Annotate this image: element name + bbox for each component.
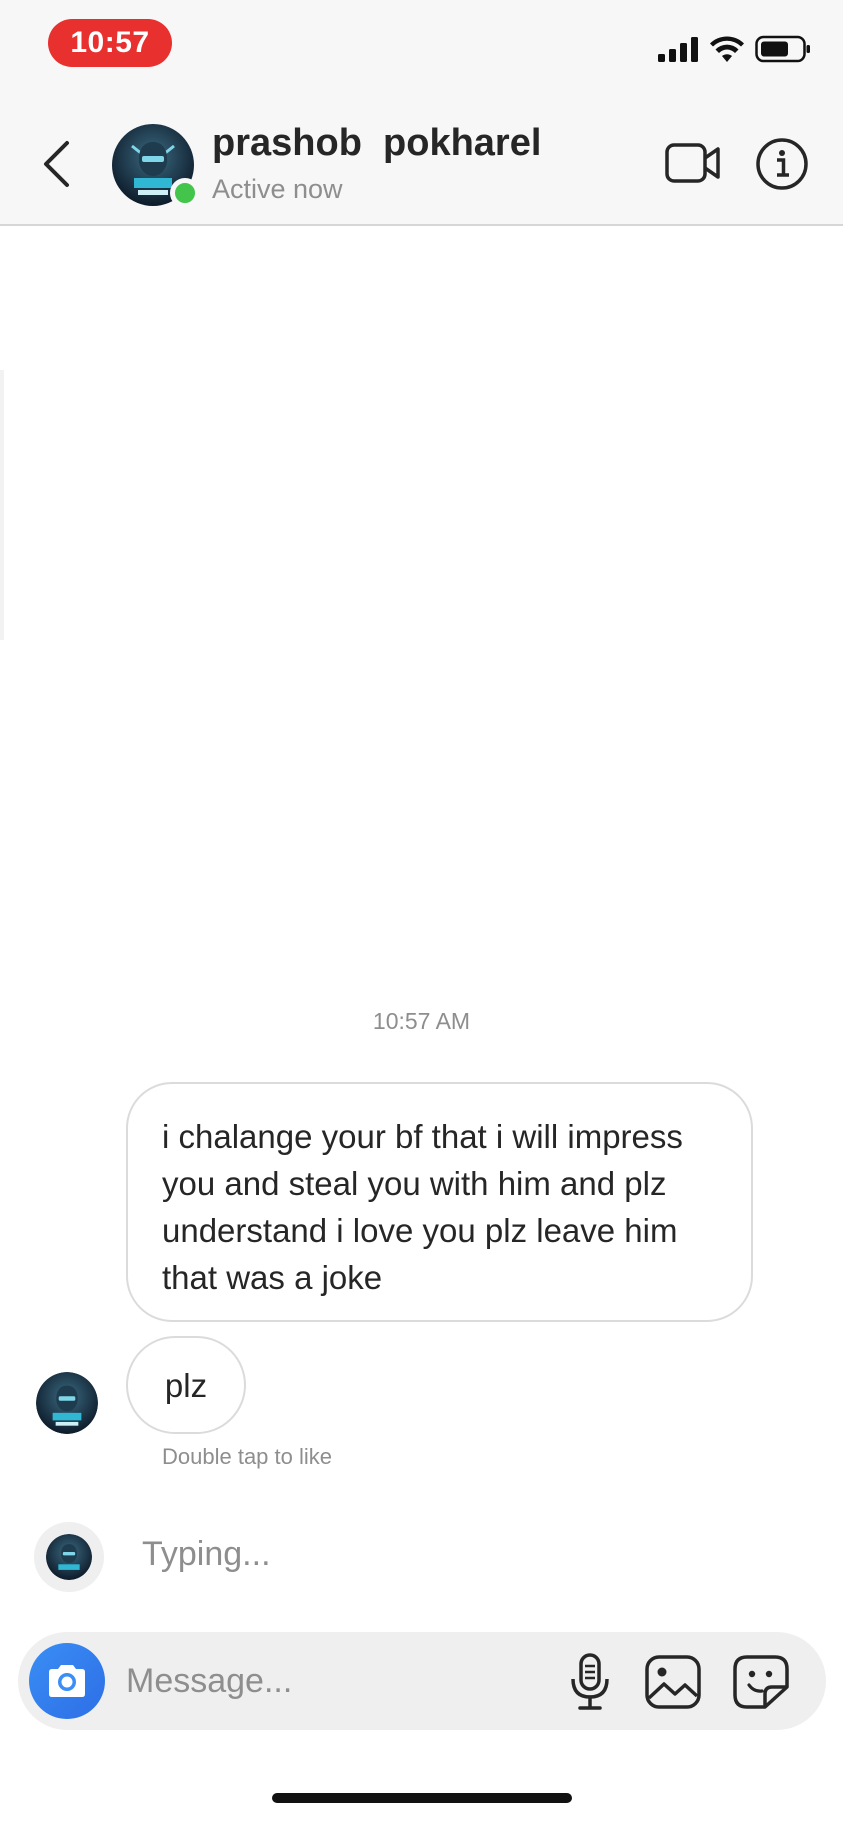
gallery-button[interactable] [644, 1654, 702, 1710]
home-indicator[interactable] [272, 1793, 572, 1803]
message-input[interactable] [126, 1652, 546, 1710]
microphone-icon [571, 1653, 609, 1710]
voice-message-button[interactable] [562, 1652, 618, 1712]
video-camera-icon [665, 143, 720, 183]
info-button[interactable] [755, 137, 809, 191]
signal-icon [658, 37, 698, 62]
ninja-gaming-logo-icon [46, 1534, 92, 1580]
message-composer [18, 1632, 826, 1730]
video-call-button[interactable] [664, 138, 722, 188]
status-bar: 10:57 [0, 0, 843, 100]
status-icons [657, 34, 811, 64]
sender-avatar[interactable] [36, 1372, 98, 1434]
contact-activity-status: Active now [212, 174, 343, 204]
online-status-dot [170, 178, 200, 208]
ninja-gaming-logo-icon [36, 1372, 98, 1434]
message-timestamp: 10:57 AM [372, 1008, 471, 1034]
battery-icon [755, 35, 810, 63]
message-bubble[interactable]: plz [126, 1336, 246, 1434]
wifi-icon [710, 36, 744, 62]
info-icon [756, 138, 808, 190]
chevron-left-icon [44, 141, 69, 187]
status-time: 10:57 [48, 19, 172, 67]
typing-indicator-text: Typing... [142, 1535, 271, 1573]
message-bubble[interactable]: i chalange your bf that i will impress y… [126, 1082, 753, 1322]
header-avatar[interactable] [112, 124, 200, 208]
contact-name[interactable]: prashob pokharel [212, 122, 541, 165]
chat-header: prashob pokharel Active now [0, 100, 843, 226]
photo-gallery-icon [645, 1655, 701, 1709]
camera-icon [49, 1665, 85, 1697]
sticker-icon [733, 1655, 789, 1709]
back-button[interactable] [36, 138, 76, 190]
typing-indicator-avatar [34, 1522, 104, 1592]
edge-shadow [0, 370, 4, 640]
camera-button[interactable] [29, 1643, 105, 1719]
double-tap-hint: Double tap to like [162, 1444, 332, 1469]
sticker-button[interactable] [732, 1654, 790, 1710]
